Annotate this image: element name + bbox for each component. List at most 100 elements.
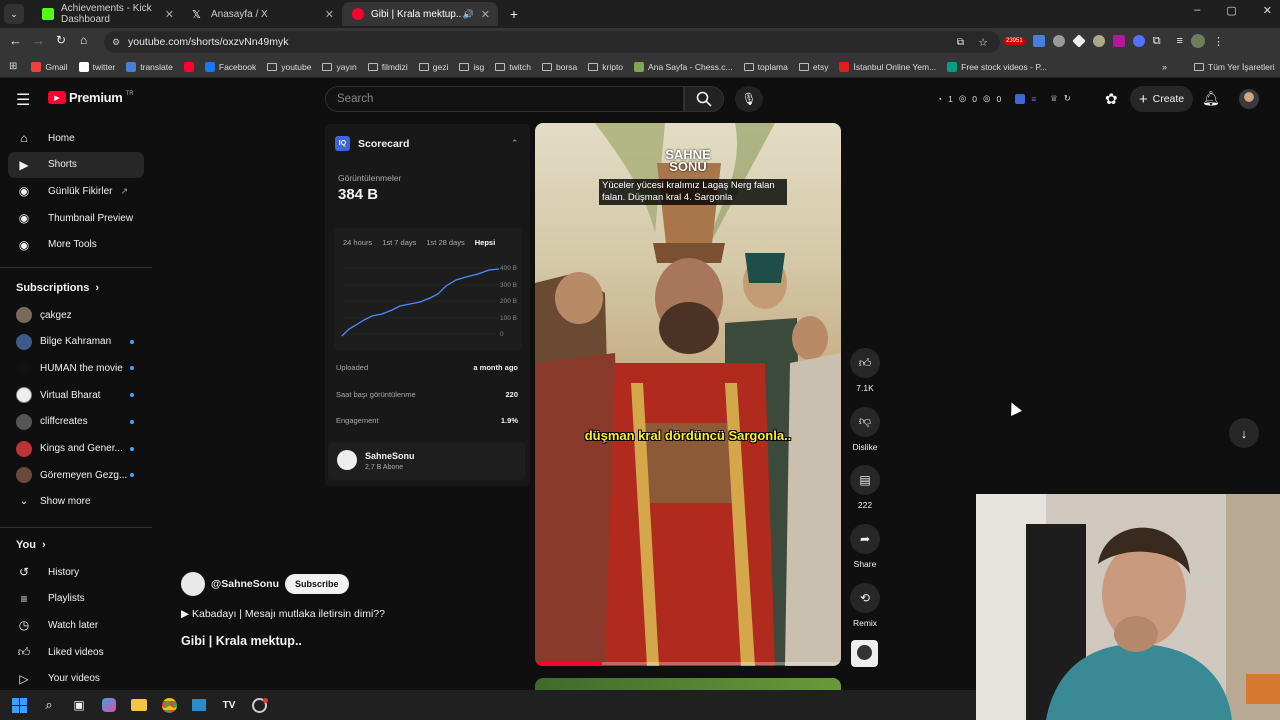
extension-icon[interactable]: ✿ [1105, 90, 1118, 108]
ext-icon[interactable] [1092, 35, 1105, 47]
next-video-preview[interactable] [535, 678, 841, 690]
vidiq-icon[interactable] [1015, 93, 1026, 104]
dislike-button[interactable]: 👎︎ Dislike [849, 406, 881, 452]
ext-icon[interactable] [1112, 35, 1125, 47]
sidebar-item-watch-later[interactable]: ◷ Watch later [8, 612, 144, 638]
close-window-icon[interactable]: ✕ [1263, 4, 1272, 17]
create-button[interactable]: + Create [1130, 86, 1193, 112]
bookmark-item[interactable]: etsy [798, 62, 828, 72]
bookmark-item[interactable]: twitch [495, 62, 531, 72]
range-tab[interactable]: 1st 7 days [382, 238, 416, 247]
url-field[interactable]: ⚙ youtube.com/shorts/oxzvNn49myk ⧉ ☆ [104, 31, 1000, 53]
account-avatar[interactable] [1239, 89, 1259, 109]
subscribe-button[interactable]: Subscribe [285, 574, 349, 594]
like-button[interactable]: 👍︎ 7.1K [849, 348, 881, 393]
show-more-button[interactable]: ⌄ Show more [8, 488, 144, 514]
menu-list-icon[interactable]: ≡ [1177, 35, 1183, 47]
share-button[interactable]: ➦ Share [849, 524, 881, 569]
copilot-icon[interactable] [99, 695, 119, 715]
apps-grid-icon[interactable]: ⊞ [9, 61, 17, 72]
windows-start-icon[interactable] [9, 695, 29, 715]
forward-icon[interactable]: → [32, 33, 45, 48]
sidebar-item-home[interactable]: ⌂ Home [8, 125, 144, 151]
close-icon[interactable]: ✕ [481, 8, 490, 21]
subscription-item[interactable]: Göremeyen Gezg... [8, 462, 144, 488]
bookmark-item[interactable]: Facebook [204, 61, 256, 72]
bookmark-item[interactable]: yayın [322, 62, 357, 72]
bookmark-item[interactable]: İstanbul Online Yem... [839, 61, 936, 72]
search-icon[interactable]: ⌕ [39, 695, 59, 715]
bookmark-item[interactable]: filmdizi [367, 62, 408, 72]
maximize-icon[interactable]: ▢ [1226, 4, 1236, 17]
subscription-item[interactable]: Kings and Gener... [8, 436, 144, 462]
sound-thumbnail[interactable] [851, 640, 878, 667]
chrome-icon[interactable] [159, 695, 179, 715]
subscription-item[interactable]: çakgez [8, 302, 144, 328]
tradingview-icon[interactable]: TV [219, 695, 239, 715]
range-tab[interactable]: 24 hours [343, 238, 372, 247]
bookmark-item[interactable] [183, 61, 194, 72]
bookmark-item[interactable]: translate [126, 61, 173, 72]
next-short-button[interactable]: ↓ [1229, 418, 1259, 448]
search-input[interactable]: Search [325, 86, 684, 112]
remix-button[interactable]: ⟲ Remix [849, 582, 881, 628]
sidebar-item-thumbnail-preview[interactable]: ◉ Thumbnail Preview [8, 205, 144, 231]
you-header[interactable]: You › [16, 539, 46, 551]
file-explorer-icon[interactable] [129, 695, 149, 715]
sidebar-item-shorts[interactable]: ▶ Shorts [8, 151, 144, 178]
bookmark-item[interactable]: Ana Sayfa - Chess.c... [634, 61, 733, 72]
bookmark-item[interactable]: Free stock videos - P... [947, 61, 1047, 72]
channel-avatar[interactable] [181, 572, 205, 596]
ext-icon[interactable] [1132, 35, 1145, 47]
trophy-icon[interactable]: ♕ [1050, 93, 1058, 104]
sidebar-item-your-videos[interactable]: ▷ Your videos [8, 666, 144, 692]
new-tab-icon[interactable]: + [504, 6, 524, 22]
extension-badge[interactable]: 23951 [1004, 37, 1025, 45]
tab-youtube[interactable]: Gibi | Krala mektup.. - YouT 🔊 ✕ [342, 2, 498, 26]
ext-icon[interactable] [1052, 35, 1065, 47]
refresh-tool-icon[interactable]: ↻ [1064, 93, 1071, 104]
range-tab[interactable]: 1st 28 days [426, 238, 464, 247]
comment-button[interactable]: ▤ 222 [849, 465, 881, 510]
short-video-player[interactable]: SAHNE SONU Yüceler yücesi kralımız Lagaş… [535, 123, 841, 666]
kebab-menu-icon[interactable]: ⋮ [1213, 35, 1224, 48]
bookmark-item[interactable]: Gmail [31, 61, 68, 72]
sidebar-item-more-tools[interactable]: ◉ More Tools [8, 232, 144, 258]
list-icon[interactable]: ≡ [1031, 94, 1036, 104]
minimize-icon[interactable]: – [1194, 4, 1200, 17]
translate-ext-icon[interactable] [1032, 35, 1045, 47]
subscriptions-header[interactable]: Subscriptions › [16, 282, 99, 294]
subscription-item[interactable]: Bilge Kahraman [8, 329, 144, 355]
tab-kick[interactable]: Achievements - Kick Dashboard ✕ [32, 2, 182, 26]
search-button[interactable] [684, 86, 724, 112]
subscription-item[interactable]: HUMAN the movie [8, 355, 144, 381]
subscription-item[interactable]: cliffcreates [8, 409, 144, 435]
youtube-logo[interactable]: ▶ Premium TR [48, 90, 134, 105]
subscription-item[interactable]: Virtual Bharat [8, 382, 144, 408]
sidebar-item-history[interactable]: ↺ History [8, 559, 144, 585]
close-icon[interactable]: ✕ [165, 8, 174, 21]
bookmark-item[interactable]: twitter [78, 61, 115, 72]
sidebar-item-playlists[interactable]: ≡ Playlists [8, 586, 144, 612]
speaker-icon[interactable]: 🔊 [463, 9, 474, 20]
task-view-icon[interactable]: ▣ [69, 695, 89, 715]
sidebar-item-g-nl-k-fikirler[interactable]: ◉ Günlük Fikirler ↗ [8, 178, 144, 204]
bookmark-star-icon[interactable]: ☆ [978, 36, 988, 49]
install-icon[interactable]: ⧉ [957, 37, 964, 48]
tab-search-icon[interactable]: ⌄ [4, 4, 24, 24]
bookmark-item[interactable]: kripto [588, 62, 623, 72]
obs-icon[interactable] [249, 695, 269, 715]
chevron-right-icon[interactable]: » [1162, 62, 1167, 72]
home-button-icon[interactable]: ⌂ [80, 33, 87, 47]
progress-track[interactable] [535, 662, 841, 665]
sidebar-item-liked-videos[interactable]: 👍︎ Liked videos [8, 639, 144, 665]
bookmark-item[interactable]: borsa [541, 62, 577, 72]
scorecard-channel[interactable]: SahneSonu 2,7 B Abone [328, 442, 525, 480]
bookmark-item[interactable]: youtube [267, 62, 311, 72]
profile-avatar[interactable] [1190, 34, 1205, 48]
playlist-link[interactable]: ▶ Kabadayı | Mesajı mutlaka iletirsin di… [181, 608, 385, 620]
bookmark-item[interactable]: isg [459, 62, 484, 72]
notifications-bell-icon[interactable]: 🔔︎ [1202, 90, 1220, 107]
puzzle-icon[interactable]: ⧉ [1153, 35, 1161, 48]
range-tab[interactable]: Hepsi [475, 238, 495, 247]
